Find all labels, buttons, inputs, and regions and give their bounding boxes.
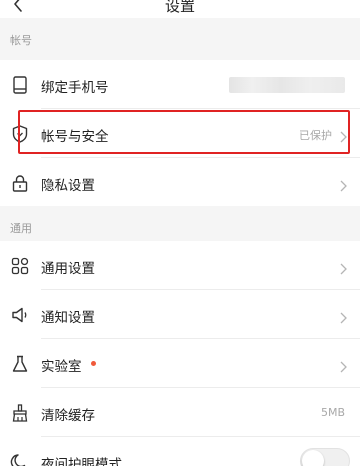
chevron-right-icon	[340, 128, 347, 143]
chevron-right-icon	[340, 260, 347, 275]
phone-icon	[10, 75, 30, 95]
flask-icon	[10, 354, 30, 374]
row-label: 清除缓存	[41, 408, 95, 424]
speaker-icon	[10, 305, 30, 325]
settings-row-general[interactable]: 通用设置	[0, 241, 360, 290]
grid-icon	[10, 256, 30, 276]
settings-row-notifications[interactable]: 通知设置	[0, 290, 360, 339]
toggle-knob	[302, 450, 324, 466]
masked-phone-number	[229, 77, 345, 93]
cache-size: 5MB	[320, 406, 345, 419]
section-label: 通用	[10, 222, 32, 235]
moon-icon	[10, 452, 30, 466]
chevron-right-icon	[340, 177, 347, 192]
section-label: 帐号	[10, 34, 32, 47]
shield-icon	[10, 124, 30, 144]
new-badge-dot	[91, 361, 96, 366]
row-label: 实验室	[41, 359, 82, 375]
settings-row-clear-cache[interactable]: 清除缓存 5MB	[0, 388, 360, 437]
row-label: 隐私设置	[41, 178, 95, 194]
row-label: 夜间护眼模式	[41, 457, 122, 466]
settings-row-bind-phone[interactable]: 绑定手机号	[0, 60, 360, 109]
lock-icon	[10, 173, 30, 193]
chevron-right-icon	[340, 309, 347, 324]
row-label: 通用设置	[41, 261, 95, 277]
broom-icon	[10, 403, 30, 423]
chevron-right-icon	[340, 358, 347, 373]
settings-row-account-security[interactable]: 帐号与安全 已保护	[0, 109, 360, 158]
settings-row-privacy[interactable]: 隐私设置	[0, 158, 360, 207]
header: 设置	[0, 0, 360, 18]
night-mode-toggle[interactable]	[300, 448, 350, 466]
status-text: 已保护	[299, 129, 332, 142]
section-header-account: 帐号	[0, 18, 360, 60]
row-label: 帐号与安全	[41, 129, 109, 145]
page-title: 设置	[164, 0, 195, 15]
settings-row-night-mode[interactable]: 夜间护眼模式	[0, 437, 360, 466]
row-label: 绑定手机号	[41, 80, 109, 96]
row-label: 通知设置	[41, 310, 95, 326]
settings-row-lab[interactable]: 实验室	[0, 339, 360, 388]
